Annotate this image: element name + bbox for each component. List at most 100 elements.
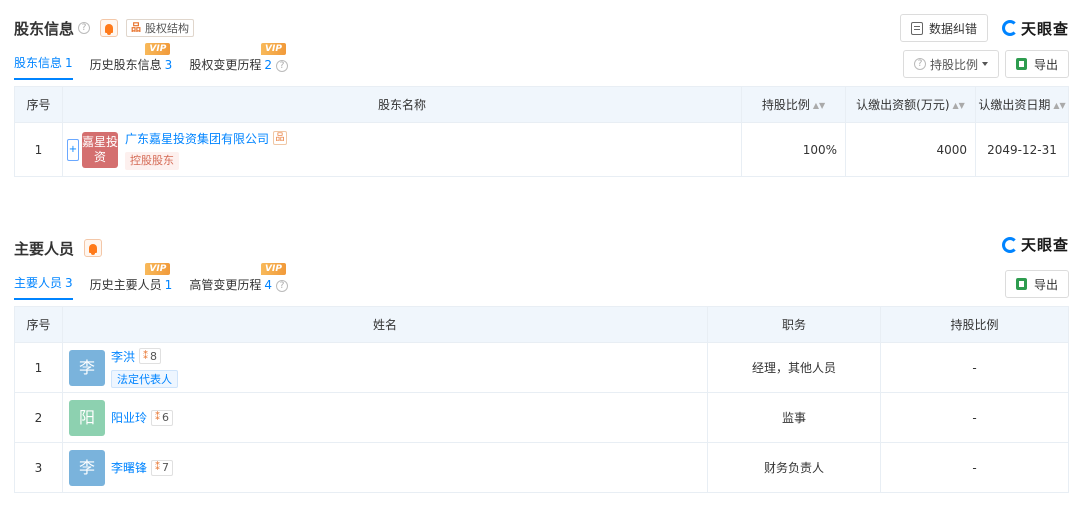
company-name-link[interactable]: 广东嘉星投资集团有限公司 (125, 130, 269, 147)
amount-value: 4000 (845, 122, 976, 177)
tab-equity-changes[interactable]: VIP 股权变更历程 2? (189, 43, 288, 80)
eye-logo-icon (1001, 20, 1018, 36)
ratio-value: - (880, 392, 1069, 443)
avatar[interactable]: 李 (69, 349, 105, 386)
ratio-value: 100% (741, 122, 846, 177)
help-icon[interactable]: ? (275, 279, 288, 292)
export-button[interactable]: 导出 (1004, 270, 1069, 298)
shareholders-header: 股东信息 ? 品 股权结构 数据纠错 天眼查 (14, 14, 1069, 42)
table-row: 1 李 李洪 ⁑ 8 法定代表人 经理，其他人员 - (14, 342, 1069, 393)
sort-icon: ▲▼ (952, 101, 965, 110)
eye-logo-icon (1001, 236, 1018, 253)
row-index: 1 (14, 122, 63, 177)
ratio-filter-dropdown[interactable]: ? 持股比例 (902, 50, 999, 78)
vip-badge: VIP (261, 43, 286, 55)
row-index: 3 (14, 442, 63, 493)
person-cell: 阳 阳业玲 ⁑ 6 (62, 392, 708, 443)
monitor-bell-icon[interactable] (84, 239, 103, 257)
expand-icon[interactable]: + (67, 138, 79, 161)
vip-badge: VIP (261, 263, 286, 275)
col-index: 序号 (14, 306, 63, 343)
tianyancha-logo: 天眼查 (1001, 234, 1069, 255)
export-label: 导出 (1033, 57, 1058, 72)
tab-label: 历史股东信息 (89, 58, 162, 72)
table-row: 3 李 李曙锋 ⁑ 7 财务负责人 - (14, 442, 1069, 493)
ratio-filter-label: 持股比例 (929, 57, 978, 72)
legal-rep-tag: 法定代表人 (111, 369, 178, 388)
monitor-bell-icon[interactable] (100, 19, 119, 37)
tab-staff[interactable]: 主要人员 3 (14, 274, 73, 300)
tab-label: 主要人员 (14, 276, 63, 290)
excel-icon (1015, 278, 1027, 290)
structure-icon[interactable]: 品 (273, 131, 288, 145)
tab-history-shareholders[interactable]: VIP 历史股东信息 3 (89, 43, 172, 80)
equity-structure-link[interactable]: 品 股权结构 (126, 19, 195, 37)
col-label: 认缴出资额(万元) (856, 98, 950, 112)
tab-label: 高管变更历程 (189, 278, 262, 292)
shareholders-tabs: 股东信息 1 VIP 历史股东信息 3 VIP 股权变更历程 2? ? 持股比例 导出 (14, 43, 1069, 80)
col-name: 姓名 (62, 306, 708, 343)
vip-badge: VIP (145, 43, 171, 55)
company-logo: 嘉星投资 (82, 131, 118, 168)
tab-history-staff[interactable]: VIP 历史主要人员 1 (89, 263, 173, 300)
brand-text: 天眼查 (1020, 19, 1069, 38)
controlling-tag: 控股股东 (125, 151, 179, 170)
tab-count: 3 (65, 276, 73, 290)
avatar[interactable]: 李 (69, 449, 105, 486)
relation-count: 8 (150, 349, 158, 363)
tab-label: 历史主要人员 (89, 278, 162, 292)
help-icon[interactable]: ? (275, 59, 288, 72)
staff-tools: 导出 (999, 270, 1069, 298)
tab-shareholders[interactable]: 股东信息 1 (14, 54, 73, 80)
col-role: 职务 (707, 306, 881, 343)
relation-badge[interactable]: ⁑ 7 (151, 459, 174, 476)
row-index: 1 (14, 342, 63, 393)
relation-icon: ⁑ (143, 350, 149, 362)
row-index: 2 (14, 392, 63, 443)
col-label: 持股比例 (761, 98, 810, 112)
role-value: 经理，其他人员 (707, 342, 881, 393)
person-cell: 李 李曙锋 ⁑ 7 (62, 442, 708, 493)
export-button[interactable]: 导出 (1004, 50, 1069, 78)
tab-label: 股权变更历程 (189, 58, 262, 72)
avatar[interactable]: 阳 (69, 399, 105, 436)
relation-badge[interactable]: ⁑ 8 (139, 348, 162, 364)
export-label: 导出 (1033, 277, 1058, 292)
sort-icon: ▲▼ (1053, 101, 1066, 110)
person-name-link[interactable]: 阳业玲 (111, 409, 147, 426)
caret-down-icon (981, 62, 988, 66)
staff-section: 主要人员 天眼查 主要人员 3 VIP 历史主要人员 1 VIP 高管变更历程 4? … (14, 234, 1069, 493)
shareholders-tools: ? 持股比例 导出 (897, 50, 1069, 78)
help-icon[interactable]: ? (78, 22, 91, 34)
header-right: 数据纠错 天眼查 (899, 14, 1069, 42)
table-row: 1 + 嘉星投资 广东嘉星投资集团有限公司 品 控股股东 100% 4000 2… (14, 122, 1069, 177)
header-right: 天眼查 (988, 234, 1069, 255)
tab-count: 1 (164, 278, 173, 292)
role-value: 监事 (707, 392, 881, 443)
table-row: 2 阳 阳业玲 ⁑ 6 监事 - (14, 392, 1069, 443)
tianyancha-logo: 天眼查 (1001, 18, 1069, 39)
col-date[interactable]: 认缴出资日期 ▲▼ (975, 86, 1069, 123)
relation-badge[interactable]: ⁑ 6 (151, 409, 174, 426)
person-name-link[interactable]: 李曙锋 (111, 459, 147, 476)
relation-count: 7 (162, 461, 170, 474)
col-label: 认缴出资日期 (978, 98, 1051, 112)
data-correction-button[interactable]: 数据纠错 (899, 14, 988, 42)
staff-title: 主要人员 (14, 239, 75, 258)
document-icon (910, 21, 923, 35)
date-value: 2049-12-31 (975, 122, 1069, 177)
col-amount[interactable]: 认缴出资额(万元) ▲▼ (845, 86, 976, 123)
tab-label: 股东信息 (14, 56, 63, 70)
tab-exec-changes[interactable]: VIP 高管变更历程 4? (189, 263, 288, 300)
person-name-link[interactable]: 李洪 (111, 348, 135, 365)
vip-badge: VIP (145, 263, 171, 275)
relation-icon: ⁑ (155, 412, 161, 423)
col-shareholder-name: 股东名称 (62, 86, 742, 123)
table-header-row: 序号 姓名 职务 持股比例 (14, 306, 1069, 343)
col-ratio[interactable]: 持股比例 ▲▼ (741, 86, 846, 123)
tab-count: 1 (65, 56, 73, 70)
shareholder-cell: + 嘉星投资 广东嘉星投资集团有限公司 品 控股股东 (62, 122, 742, 177)
tab-count: 2 (264, 58, 272, 72)
sort-icon: ▲▼ (812, 101, 826, 110)
staff-table: 序号 姓名 职务 持股比例 1 李 李洪 ⁑ 8 法定代表人 经理，其他人员 -… (14, 306, 1069, 493)
